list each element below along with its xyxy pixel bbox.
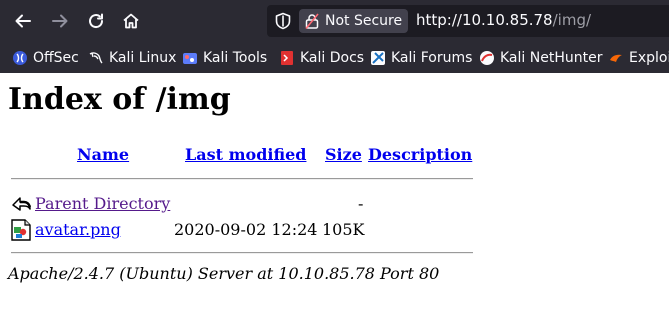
browser-toolbar: Not Secure http://10.10.85.78/img/ (0, 0, 669, 42)
forward-button[interactable] (45, 6, 75, 36)
back-arrow-icon (15, 14, 31, 28)
table-cell-last-modified: 2020-09-02 12:24 (174, 220, 318, 239)
back-button[interactable] (8, 6, 38, 36)
site-security-indicator[interactable]: Not Secure (299, 9, 408, 33)
home-icon (123, 13, 139, 29)
home-button[interactable] (116, 6, 146, 36)
url-text[interactable]: http://10.10.85.78/img/ (416, 11, 591, 29)
table-cell-size: 105K (322, 220, 365, 239)
bookmark-kali-tools[interactable]: Kali Tools (182, 47, 267, 69)
file-link-avatar[interactable]: avatar.png (35, 220, 121, 239)
bookmark-label: Kali Docs (300, 50, 365, 66)
bookmark-kali-nethunter[interactable]: Kali NetHunter (479, 47, 602, 69)
bookmark-kali-forums[interactable]: Kali Forums (370, 47, 472, 69)
nethunter-icon (480, 51, 494, 65)
reload-button[interactable] (81, 6, 111, 36)
insecure-lock-icon (305, 13, 319, 29)
reload-icon (89, 13, 104, 29)
bookmark-label: Kali Linux (109, 50, 177, 66)
url-host: http://10.10.85.78 (416, 11, 553, 29)
url-bar[interactable]: Not Secure http://10.10.85.78/img/ (267, 5, 669, 37)
bookmark-label: Exploit (629, 50, 669, 66)
column-header-last-modified[interactable]: Last modified (185, 145, 306, 164)
bookmark-label: OffSec (33, 50, 79, 66)
header-divider (11, 178, 473, 180)
offsec-icon (13, 51, 27, 65)
page-title: Index of /img (8, 82, 231, 117)
column-header-name[interactable]: Name (77, 145, 129, 164)
tracking-shield-icon[interactable] (274, 12, 292, 30)
table-cell-size: - (358, 194, 364, 213)
bookmark-exploit-db[interactable]: Exploit (608, 47, 669, 69)
kali-dragon-icon (89, 52, 103, 64)
kali-docs-icon (281, 51, 293, 65)
bookmark-label: Kali NetHunter (500, 50, 603, 66)
kali-forums-icon (371, 51, 385, 65)
forward-arrow-icon (52, 14, 68, 28)
footer-divider (11, 252, 473, 254)
back-arrow-icon (12, 197, 31, 211)
kali-tools-icon (183, 53, 197, 64)
security-label: Not Secure (325, 13, 403, 29)
bookmark-offsec[interactable]: OffSec (12, 47, 79, 69)
bookmark-kali-docs[interactable]: Kali Docs (279, 47, 364, 69)
bookmark-label: Kali Tools (203, 50, 268, 66)
bookmark-kali-linux[interactable]: Kali Linux (88, 47, 176, 69)
image-file-icon (11, 219, 31, 241)
exploit-db-icon (610, 54, 622, 62)
url-path: /img/ (552, 11, 592, 29)
server-signature: Apache/2.4.7 (Ubuntu) Server at 10.10.85… (8, 264, 440, 283)
parent-directory-link[interactable]: Parent Directory (35, 194, 170, 213)
bookmarks-bar: OffSec Kali Linux Kali Tools Kali Docs K… (0, 42, 669, 73)
column-header-description[interactable]: Description (368, 145, 472, 164)
column-header-size[interactable]: Size (325, 145, 362, 164)
bookmark-label: Kali Forums (391, 50, 473, 66)
